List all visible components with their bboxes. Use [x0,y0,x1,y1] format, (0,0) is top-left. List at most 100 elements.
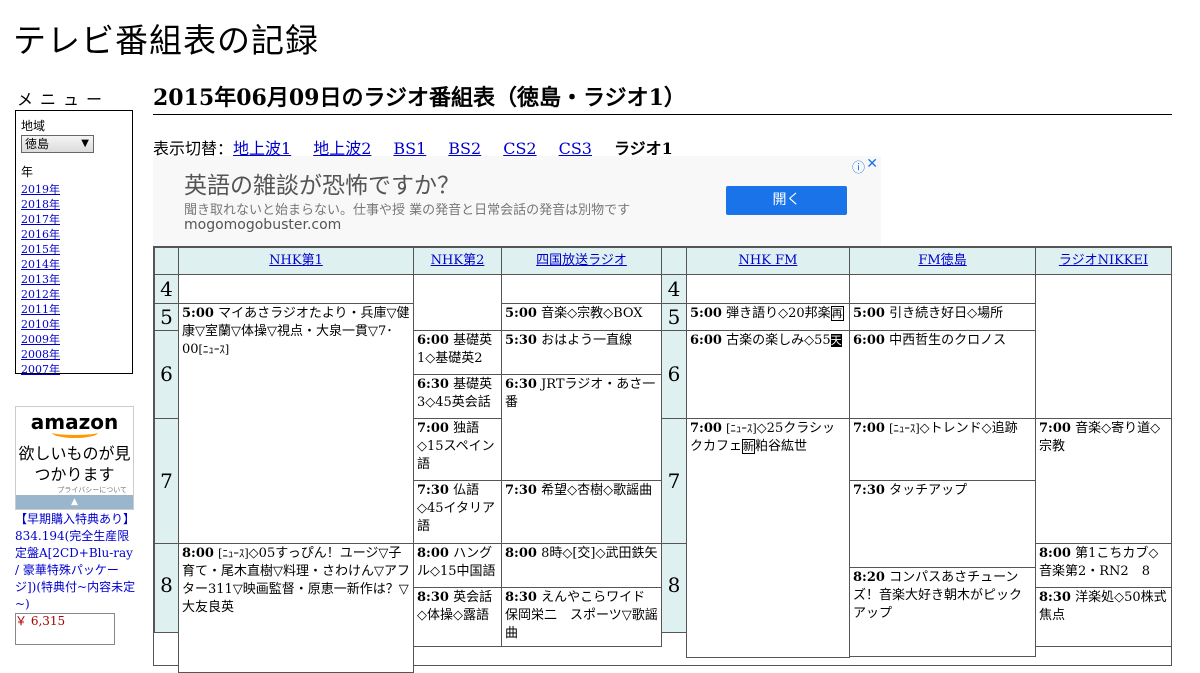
program-cell[interactable]: 6:30 JRTラジオ・あさ一番 [501,374,662,481]
info-icon[interactable]: ⓘ [852,157,865,176]
program-title: 中西哲生のクロノス [889,333,1007,348]
program-cell[interactable]: 5:30 おはよう一直線 [501,330,662,375]
year-link[interactable]: 2009年 [21,333,60,346]
channel-header: ラジオNIKKEI [1035,247,1172,275]
year-list: 2019年 2018年 2017年 2016年 2015年 2014年 2013… [21,182,127,377]
hour-label: 7 [661,418,687,544]
program-time: 6:00 [690,333,722,348]
channel-header: 四国放送ラジオ [501,247,662,275]
program-cell[interactable]: 5:00 マイあさラジオたより・兵庫▽健康▽室蘭▽体操▽視点・大泉一貫▽7･00… [178,303,414,544]
program-performer: 粕谷紘世 [755,439,808,454]
program-time: 7:00 [1039,421,1071,436]
program-cell[interactable]: 8:20 コンパスあさチューンズ！音楽大好き朝木がピックアップ [849,567,1036,657]
hour-label: 6 [661,330,687,419]
channel-link-nhkfm[interactable]: NHK FM [739,253,798,268]
hour-label: 4 [661,274,687,304]
program-cell[interactable]: 8:30 洋楽処◇50株式焦点 [1035,587,1172,647]
menu-heading: メニュー [17,90,110,109]
channel-link-fmtokushima[interactable]: FM徳島 [918,253,966,268]
program-cell[interactable]: 7:30 タッチアップ [849,480,1036,568]
year-link[interactable]: 2011年 [21,303,60,316]
region-select[interactable]: 徳島 ▼ [21,135,94,153]
program-time: 8:30 [417,590,449,605]
amazon-copy: 欲しいものが見つかります [18,444,131,484]
hour-label: 7 [154,418,179,544]
program-cell[interactable]: 7:30 仏語◇45イタリア語 [413,480,502,544]
program-cell[interactable]: 8:00 ハングル◇15中国語 [413,543,502,588]
chevron-down-icon: ▼ [81,138,89,149]
program-cell[interactable]: 6:00 古楽の楽しみ◇55天 [686,330,850,419]
amazon-ad[interactable]: amazon 欲しいものが見つかります プライバシーについて ▲ [15,406,134,510]
ad-headline[interactable]: 英語の雑談が恐怖ですか？ [184,166,460,200]
program-time: 8:30 [505,590,537,605]
program-time: 5:00 [505,306,537,321]
product-thumbnail[interactable] [15,613,115,645]
program-cell[interactable]: 8:30 えんやこらワイド保岡栄二 スポーツ▽歌謡曲 [501,587,662,647]
year-link[interactable]: 2010年 [21,318,60,331]
program-cell[interactable]: 7:00 音楽◇寄り道◇宗教 [1035,418,1172,544]
year-link[interactable]: 2018年 [21,198,60,211]
amazon-privacy-link[interactable]: プライバシーについて [16,485,133,495]
chevron-up-icon[interactable]: ▲ [16,495,133,509]
program-time: 7:30 [505,483,537,498]
program-time: 5:30 [505,333,537,348]
year-label: 年 [21,165,34,179]
channel-link-nhk2[interactable]: NHK第2 [431,253,485,268]
year-link[interactable]: 2019年 [21,183,60,196]
year-link[interactable]: 2008年 [21,348,60,361]
site-title: テレビ番組表の記録 [13,21,319,60]
amazon-logo: amazon [30,410,119,434]
program-title: 音楽◇宗教◇BOX [541,306,643,321]
program-time: 8:00 [182,546,214,561]
banner-ad[interactable]: 英語の雑談が恐怖ですか？ 聞き取れないと始まらない。仕事や授 業の発音と日常会話… [153,156,881,246]
channel-link-nhk1[interactable]: NHK第1 [269,253,323,268]
program-title: 8時◇[交]◇武田鉄矢 [541,546,658,561]
hour-label: 8 [661,543,687,633]
new-tag: 新 [742,439,756,454]
program-cell[interactable]: 6:30 基礎英3◇45英会話 [413,374,502,419]
channel-header: NHK第1 [178,247,414,275]
program-cell[interactable]: 8:30 英会話◇体操◇露語 [413,587,502,647]
year-link[interactable]: 2015年 [21,243,60,256]
program-cell[interactable]: 7:00 [ﾆｭｰｽ]◇トレンド◇追跡 [849,418,1036,481]
year-link[interactable]: 2017年 [21,213,60,226]
region-select-value: 徳島 [25,137,50,151]
program-time: 8:20 [853,570,885,585]
program-cell[interactable]: 5:00 音楽◇宗教◇BOX [501,303,662,331]
program-cell[interactable]: 7:00 独語◇15スペイン語 [413,418,502,481]
year-link[interactable]: 2012年 [21,288,60,301]
program-cell[interactable]: 7:30 希望◇杏樹◇歌謡曲 [501,480,662,544]
year-link[interactable]: 2016年 [21,228,60,241]
program-title: ◇トレンド◇追跡 [919,421,1018,436]
program-cell[interactable]: 6:00 基礎英1◇基礎英2 [413,330,502,375]
program-time: 8:00 [1039,546,1071,561]
corner-header [661,247,687,275]
channel-header: NHK第2 [413,247,502,275]
program-time: 6:00 [417,333,449,348]
program-cell[interactable]: 8:00 8時◇[交]◇武田鉄矢 [501,543,662,588]
hour-label: 5 [661,303,687,331]
program-cell[interactable]: 5:00 弾き語り◇20邦楽再 [686,303,850,331]
program-title: 引き続き好日◇場所 [889,306,1004,321]
year-link[interactable]: 2007年 [21,363,60,376]
ad-open-button[interactable]: 開く [726,186,847,215]
news-tag: [ﾆｭｰｽ] [726,422,757,435]
ad-url[interactable]: mogomogobuster.com [184,217,341,233]
channel-header: NHK FM [686,247,850,275]
program-cell[interactable]: 8:00 [ﾆｭｰｽ]◇05すっぴん！ユージ▽子育て・尾木直樹▽料理・さわけん▽… [178,543,414,673]
year-link[interactable]: 2014年 [21,258,60,271]
channel-link-jrt[interactable]: 四国放送ラジオ [536,253,627,268]
program-cell [849,274,1036,304]
news-tag: [ﾆｭｰｽ] [889,422,920,435]
program-cell[interactable]: 7:00 [ﾆｭｰｽ]◇25クラシックカフェ新粕谷紘世 [686,418,850,658]
channel-link-radionikkei[interactable]: ラジオNIKKEI [1059,253,1148,268]
program-cell[interactable]: 6:00 中西哲生のクロノス [849,330,1036,419]
program-cell[interactable]: 5:00 引き続き好日◇場所 [849,303,1036,331]
year-link[interactable]: 2013年 [21,273,60,286]
hour-label: 5 [154,303,179,331]
close-icon[interactable]: ✕ [866,156,878,172]
corner-header [154,247,179,275]
program-cell [1035,274,1172,419]
schedule-grid: NHK第1 NHK第2 四国放送ラジオ NHK FM FM徳島 ラジオNIKKE… [153,246,1172,673]
program-cell[interactable]: 8:00 第1こちカブ◇音楽第2・RN2 8 [1035,543,1172,588]
